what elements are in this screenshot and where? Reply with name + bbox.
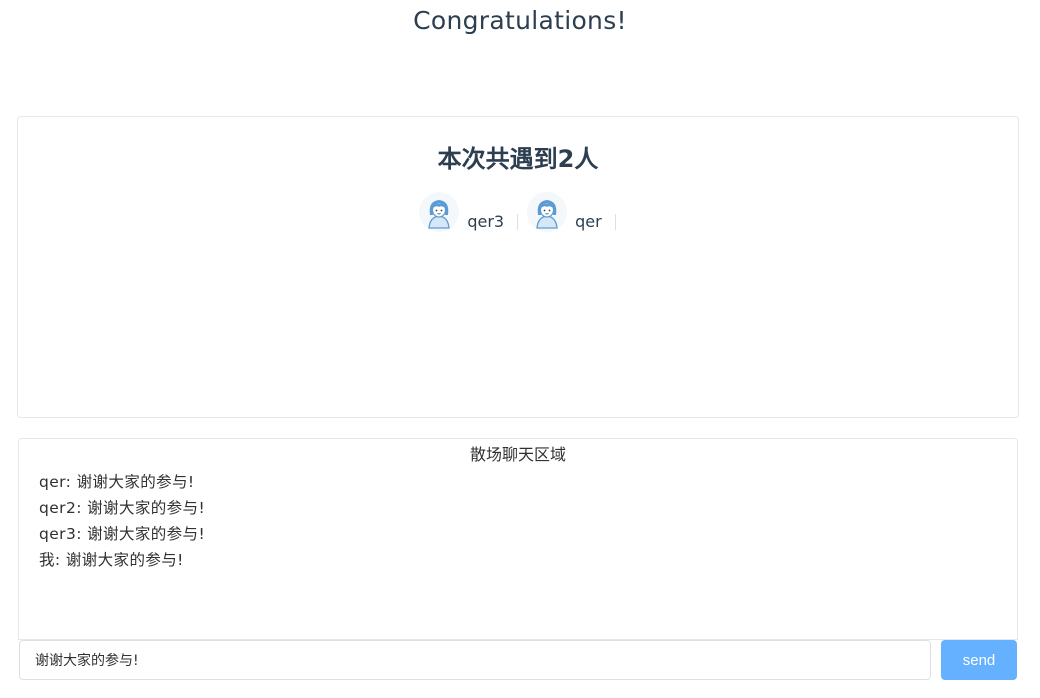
person-item: qer xyxy=(527,192,625,232)
girl-avatar-icon xyxy=(527,192,568,232)
chat-area[interactable]: 散场聊天区域 qer: 谢谢大家的参与! qer2: 谢谢大家的参与! qer3… xyxy=(18,438,1018,640)
encounter-summary-card: 本次共遇到2人 qer3 qer xyxy=(17,116,1019,418)
girl-avatar-icon xyxy=(419,192,460,232)
divider xyxy=(614,214,616,230)
person-item: qer3 xyxy=(419,192,527,232)
chat-message-input[interactable] xyxy=(19,640,931,680)
chat-message: qer2: 谢谢大家的参与! xyxy=(39,499,206,517)
people-list: qer3 qer xyxy=(18,192,1018,232)
encounter-count-heading: 本次共遇到2人 xyxy=(437,145,599,173)
chat-message: qer: 谢谢大家的参与! xyxy=(39,473,195,491)
send-button[interactable]: send xyxy=(941,640,1017,680)
page-title: Congratulations! xyxy=(413,6,627,35)
chat-message: qer3: 谢谢大家的参与! xyxy=(39,525,206,543)
person-name: qer xyxy=(575,212,602,231)
divider xyxy=(517,214,519,230)
chat-area-title: 散场聊天区域 xyxy=(469,445,566,464)
chat-message: 我: 谢谢大家的参与! xyxy=(39,551,184,569)
chat-message-list: qer: 谢谢大家的参与! qer2: 谢谢大家的参与! qer3: 谢谢大家的… xyxy=(19,469,1017,573)
person-name: qer3 xyxy=(467,212,505,231)
